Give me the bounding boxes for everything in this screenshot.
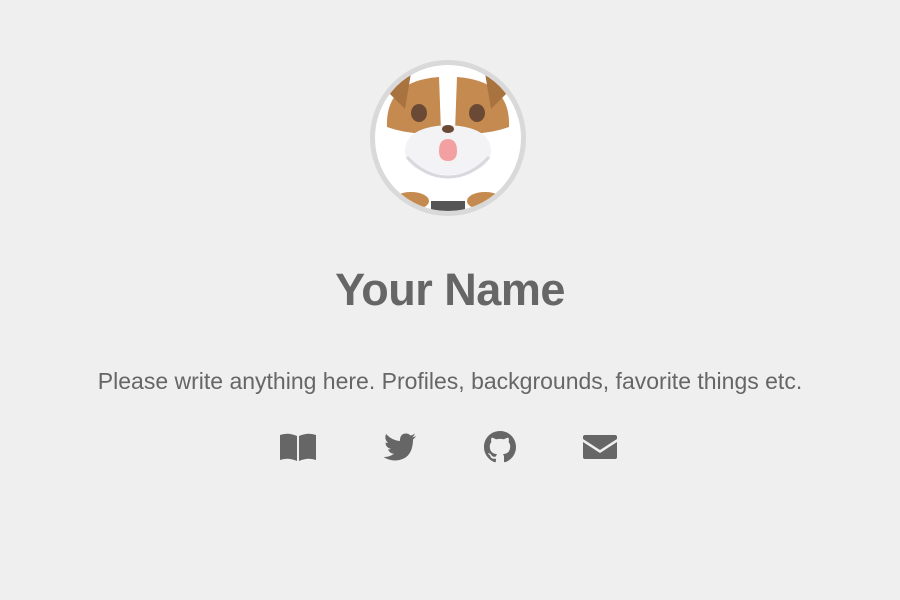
book-icon — [280, 433, 316, 461]
twitter-link[interactable] — [375, 425, 425, 469]
email-link[interactable] — [575, 425, 625, 469]
bulldog-avatar-icon — [383, 73, 513, 211]
book-link[interactable] — [273, 425, 323, 469]
envelope-icon — [583, 435, 617, 459]
profile-page: Your Name Please write anything here. Pr… — [0, 0, 900, 600]
profile-name: Your Name — [335, 264, 565, 315]
profile-bio: Please write anything here. Profiles, ba… — [97, 368, 803, 394]
avatar — [370, 60, 526, 216]
github-link[interactable] — [475, 425, 525, 469]
github-icon — [484, 431, 516, 463]
social-links — [270, 425, 630, 469]
twitter-icon — [383, 433, 416, 461]
